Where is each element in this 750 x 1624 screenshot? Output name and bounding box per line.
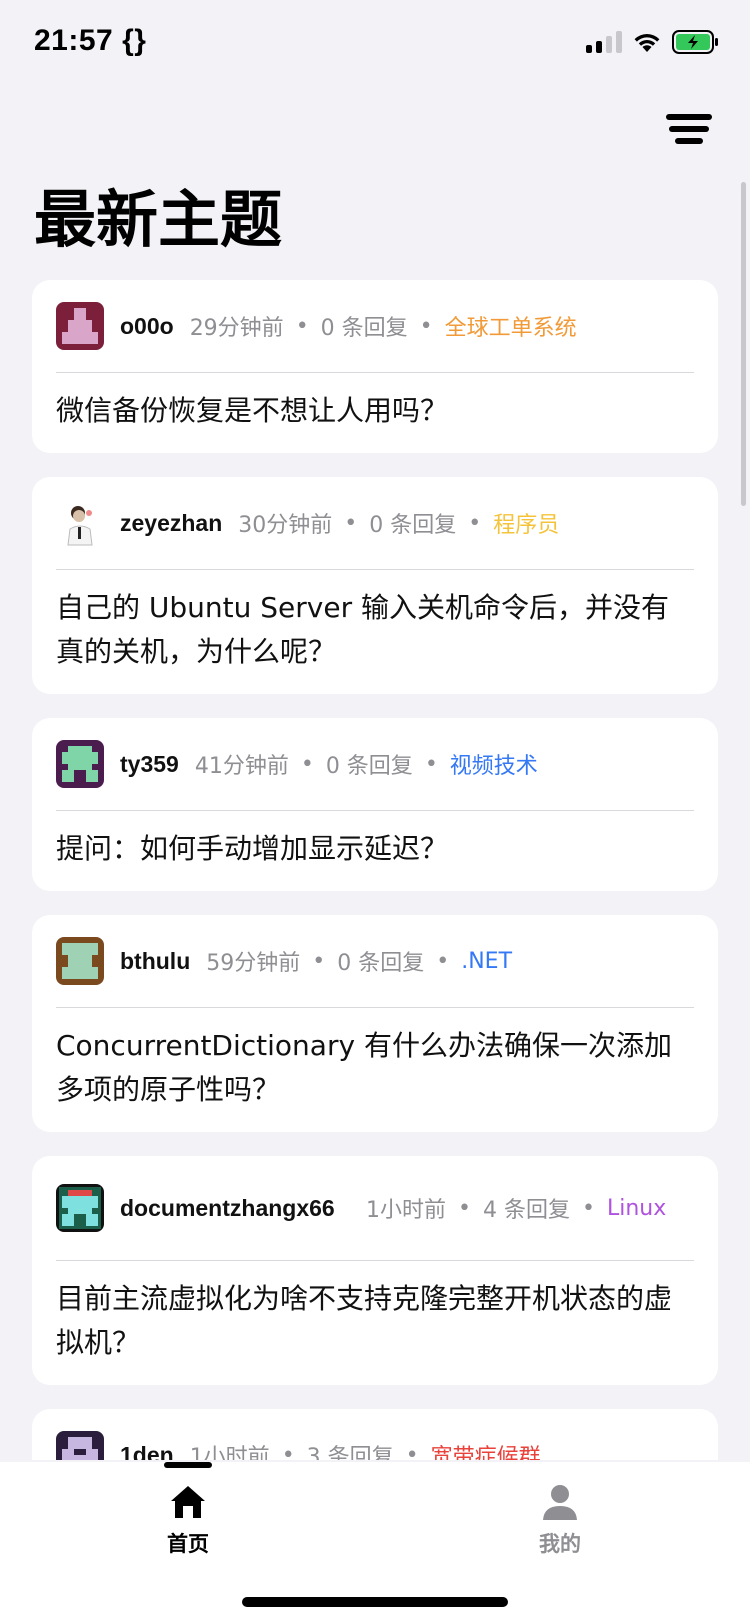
reply-count: 0 条回复 [337,951,425,976]
status-time: 21:57 {} [34,24,147,57]
post-time: 41分钟前 [194,754,289,779]
reply-count: 4 条回复 [482,1198,570,1223]
topic-meta: 41分钟前 • 0 条回复 • 视频技术 [195,748,538,780]
battery-charging-icon [672,30,720,54]
topic-card[interactable]: bthulu 59分钟前 • 0 条回复 • .NET ConcurrentDi… [32,915,718,1132]
topic-card[interactable]: ty359 41分钟前 • 0 条回复 • 视频技术 提问：如何手动增加显示延迟… [32,718,718,891]
page-title: 最新主题 [34,183,283,256]
separator-dot: • [405,1442,419,1461]
post-time: 1小时前 [189,1445,270,1460]
topic-card[interactable]: zeyezhan 30分钟前 • 0 条回复 • 程序员 自己的 Ubuntu … [32,477,718,694]
separator-dot: • [468,510,482,536]
separator-dot: • [581,1195,595,1221]
tab-home[interactable]: 首页 [128,1482,248,1558]
node-tag[interactable]: 宽带症候群 [431,1439,541,1460]
topic-title[interactable]: ConcurrentDictionary 有什么办法确保一次添加多项的原子性吗？ [56,1008,694,1132]
topic-list: o00o 29分钟前 • 0 条回复 • 全球工单系统 微信备份恢复是不想让人用… [32,280,718,1460]
username[interactable]: bthulu [120,946,190,976]
wifi-icon [632,31,662,53]
topic-title[interactable]: 目前主流虚拟化为啥不支持克隆完整开机状态的虚拟机？ [56,1261,694,1385]
topic-card[interactable]: documentzhangx66 1小时前 • 4 条回复 • Linux 目前… [32,1156,718,1385]
user-avatar[interactable] [56,1431,104,1460]
tab-label: 首页 [167,1532,209,1556]
node-tag[interactable]: .NET [461,949,512,974]
tab-profile[interactable]: 我的 [500,1482,620,1558]
menu-button[interactable] [666,112,716,152]
node-tag[interactable]: 全球工单系统 [445,310,577,342]
scrollbar[interactable] [741,182,746,506]
username[interactable]: zeyezhan [120,508,222,538]
user-avatar[interactable] [56,937,104,985]
home-indicator [242,1597,508,1607]
username[interactable]: o00o [120,311,174,341]
topic-card[interactable]: o00o 29分钟前 • 0 条回复 • 全球工单系统 微信备份恢复是不想让人用… [32,280,718,453]
node-tag[interactable]: 视频技术 [450,748,538,780]
topic-title[interactable]: 自己的 Ubuntu Server 输入关机命令后，并没有真的关机，为什么呢？ [56,570,694,694]
post-time: 59分钟前 [206,951,301,976]
post-time: 29分钟前 [189,316,284,341]
separator-dot: • [436,948,450,974]
user-avatar[interactable] [56,302,104,350]
separator-dot: • [300,751,314,777]
post-time: 30分钟前 [238,513,333,538]
separator-dot: • [458,1195,471,1221]
separator-dot: • [419,313,433,339]
reply-count: 0 条回复 [369,513,457,538]
separator-dot: • [295,313,309,339]
topic-meta: 1小时前 • 3 条回复 • 宽带症候群 [189,1439,541,1461]
topic-title[interactable]: 提问：如何手动增加显示延迟？ [56,811,694,891]
separator-dot: • [281,1442,295,1461]
status-icons [586,30,720,54]
topic-meta: 59分钟前 • 0 条回复 • .NET [206,945,512,977]
reply-count: 3 条回复 [306,1445,394,1460]
reply-count: 0 条回复 [325,754,413,779]
home-icon [171,1486,205,1518]
separator-dot: • [424,751,438,777]
topic-meta: 29分钟前 • 0 条回复 • 全球工单系统 [190,310,577,342]
user-avatar[interactable] [56,740,104,788]
topic-meta: 30分钟前 • 0 条回复 • 程序员 [238,507,559,539]
topic-meta: 1小时前 • 4 条回复 • Linux [366,1192,666,1224]
separator-dot: • [344,510,358,536]
username[interactable]: documentzhangx66 [120,1193,350,1223]
username[interactable]: ty359 [120,749,179,779]
cellular-signal-icon [586,31,622,53]
username[interactable]: 1den [120,1440,174,1460]
separator-dot: • [312,948,326,974]
status-bar: 21:57 {} [0,0,750,88]
user-avatar[interactable] [56,499,104,547]
active-tab-indicator [164,1462,212,1468]
tab-label: 我的 [539,1532,581,1556]
topic-card[interactable]: 1den 1小时前 • 3 条回复 • 宽带症候群 [32,1409,718,1460]
person-icon [543,1485,577,1520]
node-tag[interactable]: 程序员 [493,507,559,539]
node-tag[interactable]: Linux [607,1196,666,1221]
post-time: 1小时前 [366,1198,446,1223]
user-avatar[interactable] [56,1184,104,1232]
reply-count: 0 条回复 [320,316,408,341]
topic-title[interactable]: 微信备份恢复是不想让人用吗？ [56,373,694,453]
